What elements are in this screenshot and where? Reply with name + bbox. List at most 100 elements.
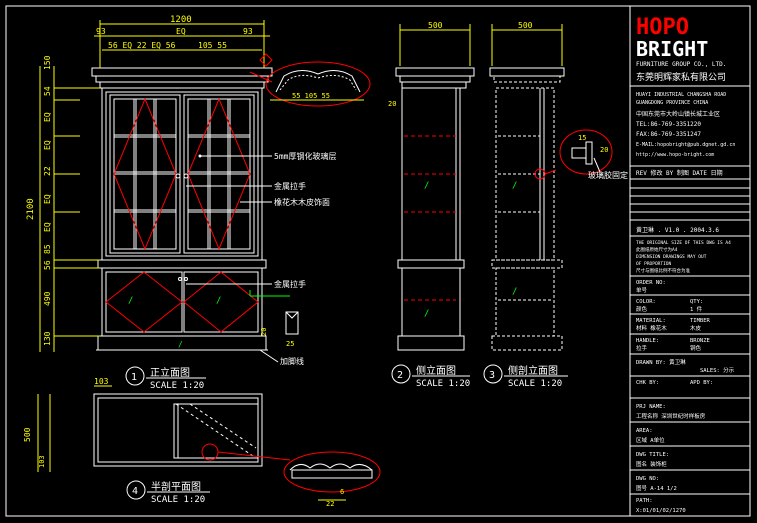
dim-h-4: 22 <box>43 166 52 176</box>
note-5: 尺寸与图纸比例不符合为准 <box>636 267 690 274</box>
address-en1: HUAYI INDUSTRIAL CHANGSHA ROAD <box>636 92 726 98</box>
tel: TEL:86-769-3351220 <box>636 121 701 128</box>
sales: SALES: 分示 <box>700 366 735 374</box>
title-block: HOPO BRIGHT FURNITURE GROUP CO., LTD. 东莞… <box>630 15 750 514</box>
handle-cn: 拉手 <box>636 344 648 352</box>
side-width-dim: 500 <box>428 21 443 30</box>
project-value: 工程名称 深圳世纪时样板房 <box>636 412 706 420</box>
note-handle-top: 金属拉手 <box>274 181 306 191</box>
plan-dim-500: 500 <box>23 427 32 442</box>
plinth-dim-20: 20 <box>260 328 268 336</box>
area-value: 区域 A单位 <box>636 436 665 444</box>
cornice-detail: 55 105 55 <box>249 53 371 107</box>
handle-value: BRONZE <box>690 338 710 344</box>
path-label: PATH: <box>636 498 653 504</box>
note-handle-bottom: 金属拉手 <box>274 279 306 289</box>
view-2-scale: SCALE 1:20 <box>416 379 470 389</box>
note-1: THE ORIGINAL SIZE OF THIS DWG IS A4 <box>636 240 731 246</box>
dim-h-6: EQ <box>43 222 52 232</box>
detail-dim-15: 15 <box>578 134 586 142</box>
dim-top-right: 93 <box>243 27 253 36</box>
section-width-dim: 500 <box>518 21 533 30</box>
plan-dim-103: 103 <box>94 377 109 386</box>
note-3: DIMENSION DRAWINGS MAY OUT <box>636 254 707 260</box>
view-2-title: 侧立面图 <box>416 364 456 377</box>
detail-dim-20: 20 <box>600 146 608 154</box>
section-elevation: 500 / / 15 20 玻璃胶固定 <box>489 21 628 351</box>
svg-text:/: / <box>424 309 429 319</box>
note-2: 此图纸原始尺寸为A4 <box>636 246 678 253</box>
material-label: MATERIAL: <box>636 318 666 324</box>
dim-h-5: EQ <box>43 194 52 204</box>
dim-top-left: 93 <box>96 27 106 36</box>
dim-top-eq: EQ <box>176 27 186 36</box>
material-value-cn: 木皮 <box>690 324 702 332</box>
handle-value-cn: 铜色 <box>690 344 702 352</box>
note-glass-stop: 玻璃胶固定 <box>588 170 628 180</box>
plan-dim-6: 6 <box>340 488 344 496</box>
view-3-scale: SCALE 1:20 <box>508 379 562 389</box>
website: http://www.hopo-bright.com <box>636 152 714 158</box>
side-elevation: 500 / / 20 <box>388 21 475 351</box>
project-label: PRJ NAME: <box>636 404 666 410</box>
dim-h-0: 150 <box>43 55 52 70</box>
material-cn: 材料 橡花木 <box>636 324 667 332</box>
qty-label: QTY: <box>690 299 703 305</box>
order-label: ORDER NO: <box>636 280 666 286</box>
view-label-1: 1 正立面图 SCALE 1:20 <box>125 366 206 391</box>
note-glass: 5mm厚钢化玻璃层 <box>274 151 336 161</box>
plan-dim-103b: 103 <box>38 455 46 468</box>
view-4-num: 4 <box>132 486 138 497</box>
address-en2: GUANGDONG PROVINCE CHINA <box>636 100 708 106</box>
dim-h-8: 56 <box>43 260 52 270</box>
dim-sub: 56 EQ 22 EQ 56 <box>108 41 176 50</box>
logo-bright: BRIGHT <box>636 37 708 61</box>
view-3-title: 侧剖立面图 <box>508 364 558 377</box>
approved-by: APD BY: <box>690 380 713 386</box>
dwg-no-value: 图号 A-14 1/2 <box>636 484 677 492</box>
dim-h-10: 130 <box>43 331 52 346</box>
dim-h-7: 85 <box>43 244 52 254</box>
view-4-scale: SCALE 1:20 <box>151 495 205 505</box>
note-plinth: 加脚线 <box>280 356 304 366</box>
view-label-3: 3 侧剖立面图 SCALE 1:20 <box>483 364 568 389</box>
check-by: CHK BY: <box>636 380 659 386</box>
detail-top-dim: 55 105 55 <box>292 92 330 100</box>
svg-text:/: / <box>512 287 517 297</box>
view-label-2: 2 侧立面图 SCALE 1:20 <box>391 364 470 389</box>
color-cn: 颜色 <box>636 305 648 313</box>
path-value: X:01/01/02/1270 <box>636 508 686 514</box>
order-cn: 单号 <box>636 286 648 294</box>
dim-front-height: 2100 <box>26 198 36 220</box>
plan-dim-22: 22 <box>326 500 334 508</box>
front-annotations: 5mm厚钢化玻璃层 金属拉手 橡花木木皮饰面 金属拉手 20 25 加脚线 <box>186 151 336 366</box>
svg-text:/: / <box>512 181 517 191</box>
qty-value: 1 件 <box>690 305 703 313</box>
view-2-num: 2 <box>397 370 403 381</box>
svg-text:/: / <box>424 181 429 191</box>
dwg-title-label: DWG TITLE: <box>636 452 669 458</box>
email: E-MAIL:hopobright@pub.dgnet.gd.cn <box>636 142 735 148</box>
company-cn: 东莞明辉家私有限公司 <box>636 71 726 83</box>
dim-h-3: EQ <box>43 140 52 150</box>
logo-tagline: FURNITURE GROUP CO., LTD. <box>636 61 726 68</box>
handle-label: HANDLE: <box>636 338 659 344</box>
view-1-title: 正立面图 <box>150 366 190 379</box>
version: 黄卫琳 . V1.0 . 2004.3.6 <box>636 226 719 234</box>
designer: DRAWN BY: 黄卫琳 <box>636 358 686 366</box>
plan-section: 103 500 103 22 6 <box>23 377 381 508</box>
svg-text:/: / <box>128 296 133 306</box>
view-1-scale: SCALE 1:20 <box>150 381 204 391</box>
dim-h-1: 54 <box>43 86 52 96</box>
dim-front-width: 1200 <box>170 15 192 25</box>
view-label-4: 4 半剖平面图 SCALE 1:20 <box>126 480 210 505</box>
view-1-num: 1 <box>131 372 137 383</box>
front-elevation: / / / <box>91 67 273 351</box>
address-cn: 中国东莞市大岭山镇长城工业区 <box>636 110 720 118</box>
view-4-title: 半剖平面图 <box>151 480 201 493</box>
area-label: AREA: <box>636 428 653 434</box>
revision-header: REV 修改 BY 制图 DATE 日期 <box>636 169 723 177</box>
material-value: TIMBER <box>690 318 711 324</box>
dim-h-9: 490 <box>43 291 52 306</box>
fax: FAX:86-769-3351247 <box>636 131 701 138</box>
